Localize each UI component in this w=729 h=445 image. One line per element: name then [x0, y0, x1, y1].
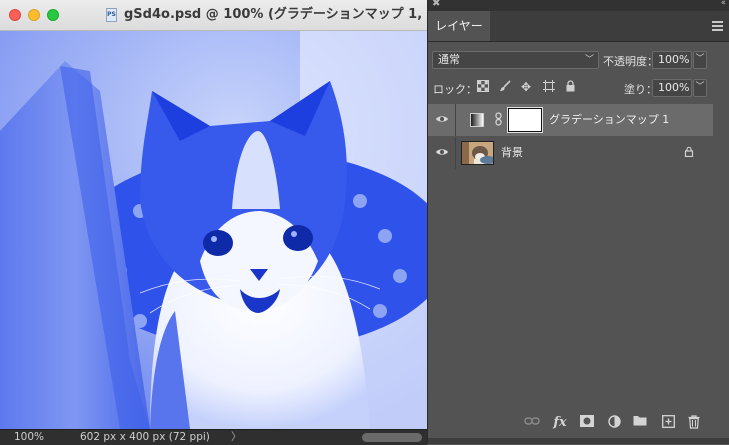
layer-row-gradient-map[interactable]: グラデーションマップ 1	[428, 104, 713, 136]
panel-collapse-icon[interactable]: ‹‹	[721, 0, 726, 8]
layer-row-background[interactable]: 背景	[428, 137, 713, 169]
layer-name[interactable]: 背景	[501, 137, 523, 169]
document-title: gSd4o.psd @ 100% (グラデーションマップ 1, レイヤーマスク/…	[124, 7, 424, 22]
layer-mask-thumbnail[interactable]	[507, 107, 543, 133]
folder-icon[interactable]	[632, 415, 648, 431]
gradient-map-adjustment-icon	[470, 113, 484, 127]
lock-all-icon[interactable]	[563, 80, 577, 94]
psd-file-icon: PS	[106, 8, 117, 22]
blend-mode-value: 通常	[438, 53, 460, 66]
document-titlebar[interactable]: PS gSd4o.psd @ 100% (グラデーションマップ 1, レイヤーマ…	[0, 0, 427, 31]
document-window: PS gSd4o.psd @ 100% (グラデーションマップ 1, レイヤーマ…	[0, 0, 427, 445]
fill-dropdown-button[interactable]: ﹀	[693, 79, 707, 97]
status-menu-arrow-icon[interactable]: 〉	[231, 430, 242, 445]
document-dimensions: 602 px x 400 px (72 ppi)	[80, 431, 210, 443]
blend-mode-select[interactable]: 通常 ﹀	[432, 51, 599, 69]
lock-artboard-icon[interactable]	[542, 80, 556, 94]
tab-layers[interactable]: レイヤー	[428, 11, 490, 41]
window-close-button[interactable]	[9, 9, 21, 21]
layer-name[interactable]: グラデーションマップ 1	[549, 104, 669, 136]
trash-icon[interactable]	[686, 415, 702, 431]
horizontal-scrollbar[interactable]	[362, 433, 422, 442]
lock-transparent-pixels-icon[interactable]	[476, 80, 490, 94]
fx-icon[interactable]: fx	[552, 415, 568, 431]
chevron-down-icon: ﹀	[584, 55, 594, 65]
status-bar: 100% 602 px x 400 px (72 ppi) 〉	[0, 429, 427, 445]
layer-visibility-toggle[interactable]	[428, 137, 456, 169]
layer-thumbnail[interactable]	[461, 141, 494, 165]
canvas[interactable]	[0, 31, 427, 429]
link-layers-icon[interactable]	[524, 415, 540, 431]
adjustment-layer-icon[interactable]	[606, 415, 622, 431]
layers-panel: ✖ ‹‹ レイヤー 通常 ﹀ 不透明度： 100% ﹀ ロック： ✥ 塗り： 1…	[427, 0, 729, 444]
panel-bottom-edge	[428, 438, 729, 444]
opacity-input[interactable]: 100%	[652, 51, 692, 69]
panel-close-icon[interactable]: ✖	[432, 0, 440, 9]
opacity-dropdown-button[interactable]: ﹀	[693, 51, 707, 69]
chain-link-icon[interactable]	[495, 112, 502, 129]
eye-icon	[436, 149, 448, 155]
fill-input[interactable]: 100%	[652, 79, 692, 97]
panel-menu-icon[interactable]	[712, 21, 723, 33]
panel-tab-bar: レイヤー	[428, 11, 729, 42]
opacity-label: 不透明度：	[603, 55, 658, 68]
lock-image-pixels-brush-icon[interactable]	[498, 80, 512, 94]
window-zoom-button[interactable]	[47, 9, 59, 21]
layer-visibility-toggle[interactable]	[428, 104, 456, 136]
eye-icon	[436, 116, 448, 122]
zoom-level[interactable]: 100%	[14, 430, 44, 445]
lock-position-move-icon[interactable]: ✥	[519, 80, 533, 94]
layers-panel-footer: fx	[428, 410, 729, 438]
panel-header-strip: ✖ ‹‹	[428, 0, 729, 11]
cat-photo-canvas	[0, 31, 427, 429]
lock-label: ロック：	[433, 83, 477, 96]
new-layer-icon[interactable]	[660, 415, 676, 431]
lock-icon[interactable]	[684, 146, 694, 160]
window-minimize-button[interactable]	[28, 9, 40, 21]
add-mask-icon[interactable]	[579, 415, 595, 431]
